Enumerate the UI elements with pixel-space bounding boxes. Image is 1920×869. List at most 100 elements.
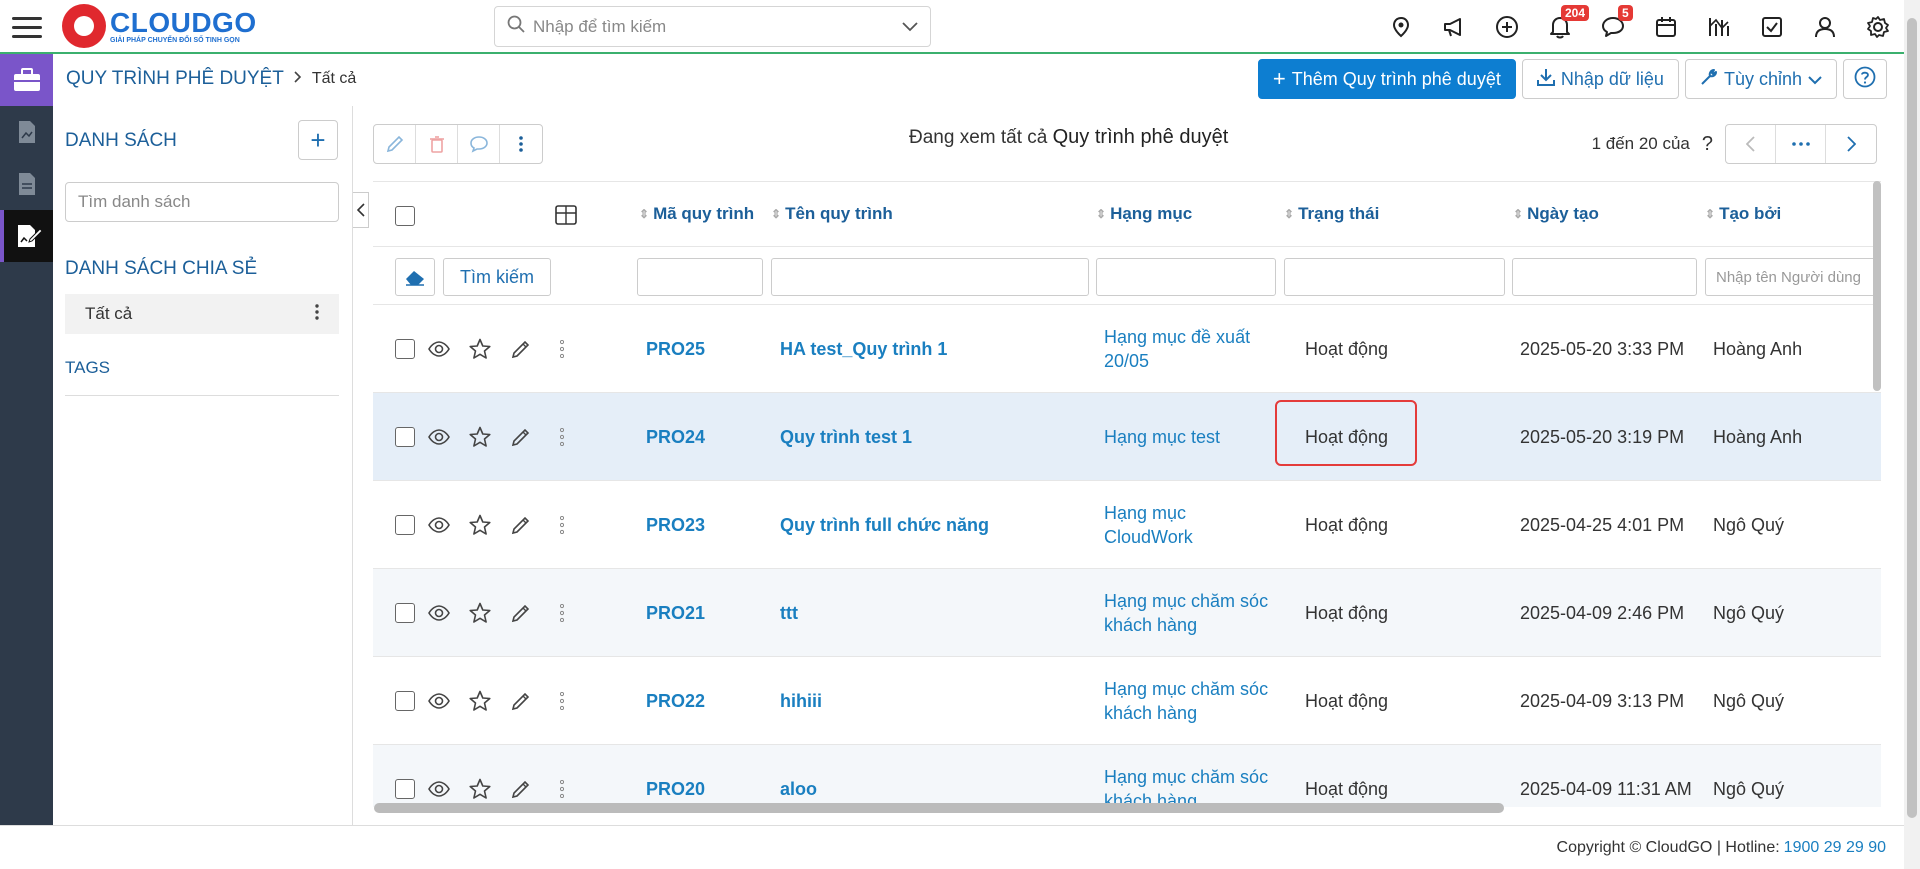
page-vertical-scrollbar[interactable] [1904, 0, 1920, 869]
favorite-star-icon[interactable] [466, 599, 494, 627]
process-category[interactable]: Hạng mục CloudWork [1104, 501, 1274, 549]
favorite-star-icon[interactable] [466, 335, 494, 363]
table-vertical-scrollbar[interactable] [1873, 181, 1881, 391]
filter-search-button[interactable]: Tìm kiếm [443, 258, 551, 296]
footer-hotline[interactable]: 1900 29 29 90 [1784, 839, 1886, 857]
col-name[interactable]: ⇕ Tên quy trình [771, 204, 893, 224]
add-process-button[interactable]: + Thêm Quy trình phê duyệt [1257, 59, 1516, 99]
collapse-sidebar-button[interactable] [353, 192, 369, 228]
col-code[interactable]: ⇕ Mã quy trình [639, 204, 754, 224]
row-checkbox[interactable] [395, 691, 415, 711]
edit-pencil-icon[interactable] [507, 423, 535, 451]
total-count-unknown[interactable]: ? [1702, 133, 1713, 156]
filter-code-input[interactable] [637, 258, 763, 296]
edit-pencil-icon[interactable] [507, 775, 535, 803]
process-code[interactable]: PRO21 [646, 601, 705, 625]
table-row[interactable]: PRO21 ttt Hạng mục chăm sóc khách hàng Hoạt… [373, 569, 1881, 657]
shared-list-item[interactable]: Tất cả [65, 294, 339, 334]
process-name[interactable]: HA test_Quy trình 1 [780, 337, 947, 361]
row-more-icon[interactable] [548, 423, 576, 451]
select-all-checkbox[interactable] [395, 206, 415, 226]
page-title[interactable]: QUY TRÌNH PHÊ DUYỆT [66, 68, 284, 90]
megaphone-icon[interactable] [1427, 0, 1480, 54]
view-eye-icon[interactable] [425, 511, 453, 539]
chart-icon[interactable] [1692, 0, 1745, 54]
process-name[interactable]: hihiii [780, 689, 822, 713]
favorite-star-icon[interactable] [466, 775, 494, 803]
checkbox-icon[interactable] [1745, 0, 1798, 54]
location-pin-icon[interactable] [1374, 0, 1427, 54]
process-category[interactable]: Hạng mục test [1104, 425, 1274, 449]
process-code[interactable]: PRO25 [646, 337, 705, 361]
edit-pencil-icon[interactable] [507, 687, 535, 715]
gear-icon[interactable] [1851, 0, 1904, 54]
horizontal-scrollbar[interactable] [374, 803, 1504, 813]
row-more-icon[interactable] [548, 687, 576, 715]
table-row[interactable]: PRO24 Quy trình test 1 Hạng mục test Hoạt đ… [373, 393, 1881, 481]
row-more-icon[interactable] [548, 511, 576, 539]
filter-status-input[interactable] [1284, 258, 1505, 296]
process-code[interactable]: PRO24 [646, 425, 705, 449]
edit-pencil-icon[interactable] [507, 599, 535, 627]
process-category[interactable]: Hạng mục đề xuất 20/05 [1104, 325, 1274, 373]
favorite-star-icon[interactable] [466, 423, 494, 451]
row-checkbox[interactable] [395, 603, 415, 623]
add-list-button[interactable]: + [298, 120, 338, 160]
user-icon[interactable] [1798, 0, 1851, 54]
edit-pencil-icon[interactable] [507, 511, 535, 539]
help-button[interactable] [1843, 59, 1887, 99]
rail-briefcase-icon[interactable] [0, 54, 53, 106]
comment-icon[interactable] [458, 125, 500, 163]
process-name[interactable]: Quy trình test 1 [780, 425, 912, 449]
col-creator[interactable]: ⇕ Tạo bởi [1705, 204, 1781, 224]
trash-icon[interactable] [416, 125, 458, 163]
col-status[interactable]: ⇕ Trạng thái [1284, 204, 1379, 224]
chevron-down-icon[interactable] [902, 17, 918, 37]
column-picker-icon[interactable] [555, 205, 577, 230]
plus-circle-icon[interactable] [1480, 0, 1533, 54]
more-pages-button[interactable] [1776, 125, 1826, 163]
logo[interactable]: CLOUDGO GIẢI PHÁP CHUYỂN ĐỔI SỐ TINH GỌN [62, 2, 257, 50]
col-created[interactable]: ⇕ Ngày tạo [1513, 204, 1599, 224]
row-checkbox[interactable] [395, 779, 415, 799]
view-eye-icon[interactable] [425, 775, 453, 803]
customize-button[interactable]: Tùy chỉnh [1684, 59, 1837, 99]
hamburger-menu-icon[interactable] [0, 0, 53, 54]
col-category[interactable]: ⇕ Hạng mục [1096, 204, 1192, 224]
table-row[interactable]: PRO25 HA test_Quy trình 1 Hạng mục đề xuất… [373, 305, 1881, 393]
row-checkbox[interactable] [395, 515, 415, 535]
process-name[interactable]: aloo [780, 777, 817, 801]
table-row[interactable]: PRO22 hihiii Hạng mục chăm sóc khách hàng H… [373, 657, 1881, 745]
edit-pencil-icon[interactable] [374, 125, 416, 163]
next-page-button[interactable] [1826, 125, 1876, 163]
process-code[interactable]: PRO23 [646, 513, 705, 537]
row-more-icon[interactable] [548, 775, 576, 803]
filter-creator-input[interactable]: Nhập tên Người dùng [1705, 258, 1881, 296]
row-checkbox[interactable] [395, 339, 415, 359]
row-more-icon[interactable] [548, 599, 576, 627]
chat-icon[interactable]: 5 [1586, 0, 1639, 54]
global-search[interactable]: Nhập để tìm kiếm [494, 6, 931, 47]
table-row[interactable]: PRO20 aloo Hạng mục chăm sóc khách hàng Hoạ… [373, 745, 1881, 807]
filter-name-input[interactable] [771, 258, 1089, 296]
favorite-star-icon[interactable] [466, 687, 494, 715]
process-name[interactable]: Quy trình full chức năng [780, 513, 989, 537]
bell-icon[interactable]: 204 [1533, 0, 1590, 54]
process-code[interactable]: PRO22 [646, 689, 705, 713]
process-category[interactable]: Hạng mục chăm sóc khách hàng [1104, 589, 1274, 637]
rail-document-icon[interactable] [0, 158, 53, 210]
process-category[interactable]: Hạng mục chăm sóc khách hàng [1104, 765, 1274, 807]
filter-category-input[interactable] [1096, 258, 1276, 296]
process-category[interactable]: Hạng mục chăm sóc khách hàng [1104, 677, 1274, 725]
view-eye-icon[interactable] [425, 423, 453, 451]
filter-created-input[interactable] [1512, 258, 1697, 296]
rail-sign-doc-icon[interactable] [0, 210, 53, 262]
search-input[interactable]: Nhập để tìm kiếm [533, 17, 902, 37]
row-more-icon[interactable] [548, 335, 576, 363]
favorite-star-icon[interactable] [466, 511, 494, 539]
prev-page-button[interactable] [1726, 125, 1776, 163]
table-row[interactable]: PRO23 Quy trình full chức năng Hạng mục Cl… [373, 481, 1881, 569]
edit-pencil-icon[interactable] [507, 335, 535, 363]
row-checkbox[interactable] [395, 427, 415, 447]
more-vertical-icon[interactable] [315, 303, 319, 325]
